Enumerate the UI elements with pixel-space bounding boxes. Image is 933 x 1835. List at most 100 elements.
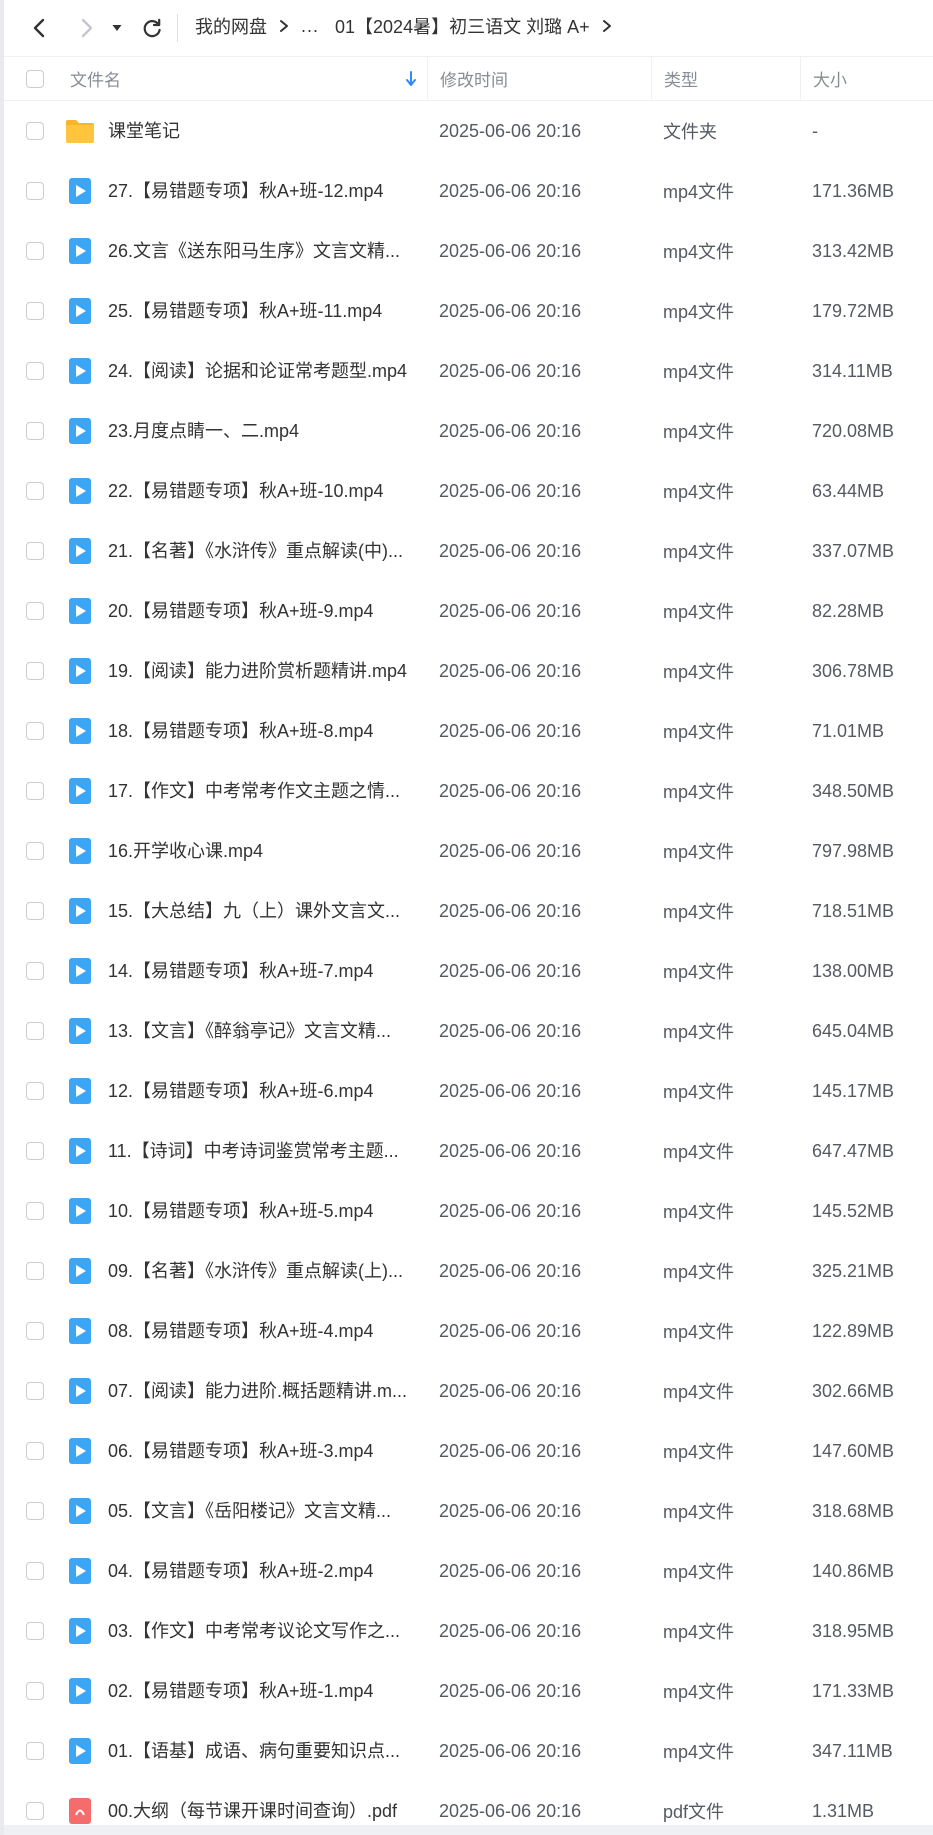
file-row[interactable]: 08.【易错题专项】秋A+班-4.mp4 2025-06-06 20:16 mp4文… [4,1301,933,1361]
row-checkbox[interactable] [26,782,44,800]
file-name[interactable]: 19.【阅读】能力进阶赏析题精讲.mp4 [108,641,418,701]
refresh-button[interactable] [134,10,170,46]
row-checkbox[interactable] [26,1202,44,1220]
row-checkbox[interactable] [26,362,44,380]
file-row[interactable]: 25.【易错题专项】秋A+班-11.mp4 2025-06-06 20:16 mp4… [4,281,933,341]
file-row[interactable]: 18.【易错题专项】秋A+班-8.mp4 2025-06-06 20:16 mp4文… [4,701,933,761]
file-row[interactable]: 10.【易错题专项】秋A+班-5.mp4 2025-06-06 20:16 mp4文… [4,1181,933,1241]
file-name[interactable]: 03.【作文】中考常考议论文写作之... [108,1601,418,1661]
row-checkbox[interactable] [26,842,44,860]
breadcrumb-root[interactable]: 我的网盘 [195,13,267,39]
file-name[interactable]: 课堂笔记 [108,101,418,161]
row-checkbox[interactable] [26,542,44,560]
file-row[interactable]: 19.【阅读】能力进阶赏析题精讲.mp4 2025-06-06 20:16 mp4文… [4,641,933,701]
row-checkbox[interactable] [26,602,44,620]
row-checkbox[interactable] [26,902,44,920]
file-name[interactable]: 11.【诗词】中考诗词鉴赏常考主题... [108,1121,418,1181]
file-name[interactable]: 08.【易错题专项】秋A+班-4.mp4 [108,1301,418,1361]
file-name[interactable]: 10.【易错题专项】秋A+班-5.mp4 [108,1181,418,1241]
row-checkbox[interactable] [26,482,44,500]
row-checkbox[interactable] [26,962,44,980]
row-checkbox[interactable] [26,722,44,740]
file-row[interactable]: 14.【易错题专项】秋A+班-7.mp4 2025-06-06 20:16 mp4文… [4,941,933,1001]
row-checkbox[interactable] [26,1502,44,1520]
file-row[interactable]: 06.【易错题专项】秋A+班-3.mp4 2025-06-06 20:16 mp4文… [4,1421,933,1481]
file-name[interactable]: 23.月度点睛一、二.mp4 [108,401,418,461]
row-checkbox[interactable] [26,1802,44,1820]
file-name[interactable]: 27.【易错题专项】秋A+班-12.mp4 [108,161,418,221]
row-checkbox[interactable] [26,302,44,320]
file-row[interactable]: 26.文言《送东阳马生序》文言文精... 2025-06-06 20:16 mp4文… [4,221,933,281]
row-checkbox[interactable] [26,242,44,260]
file-name[interactable]: 17.【作文】中考常考作文主题之情... [108,761,418,821]
file-name[interactable]: 12.【易错题专项】秋A+班-6.mp4 [108,1061,418,1121]
file-row[interactable]: 24.【阅读】论据和论证常考题型.mp4 2025-06-06 20:16 mp4文… [4,341,933,401]
file-row[interactable]: 01.【语基】成语、病句重要知识点... 2025-06-06 20:16 mp4文… [4,1721,933,1781]
sort-descending-icon[interactable] [404,70,418,88]
file-name[interactable]: 06.【易错题专项】秋A+班-3.mp4 [108,1421,418,1481]
file-name[interactable]: 20.【易错题专项】秋A+班-9.mp4 [108,581,418,641]
file-row[interactable]: 课堂笔记 2025-06-06 20:16 文件夹 - [4,101,933,161]
file-name[interactable]: 16.开学收心课.mp4 [108,821,418,881]
row-checkbox[interactable] [26,1142,44,1160]
file-row[interactable]: 13.【文言】《醉翁亭记》文言文精... 2025-06-06 20:16 mp4文… [4,1001,933,1061]
row-checkbox[interactable] [26,1082,44,1100]
file-row[interactable]: 16.开学收心课.mp4 2025-06-06 20:16 mp4文件 797.98M… [4,821,933,881]
file-name[interactable]: 04.【易错题专项】秋A+班-2.mp4 [108,1541,418,1601]
file-name[interactable]: 22.【易错题专项】秋A+班-10.mp4 [108,461,418,521]
row-checkbox[interactable] [26,1622,44,1640]
breadcrumb-ellipsis[interactable]: ... [301,16,319,37]
file-row[interactable]: 04.【易错题专项】秋A+班-2.mp4 2025-06-06 20:16 mp4文… [4,1541,933,1601]
file-name[interactable]: 14.【易错题专项】秋A+班-7.mp4 [108,941,418,1001]
file-name[interactable]: 18.【易错题专项】秋A+班-8.mp4 [108,701,418,761]
column-header-modified[interactable]: 修改时间 [427,57,652,100]
file-row[interactable]: 12.【易错题专项】秋A+班-6.mp4 2025-06-06 20:16 mp4文… [4,1061,933,1121]
row-checkbox[interactable] [26,1742,44,1760]
file-row[interactable]: 03.【作文】中考常考议论文写作之... 2025-06-06 20:16 mp4文… [4,1601,933,1661]
row-checkbox[interactable] [26,1562,44,1580]
breadcrumb-current-folder[interactable]: 01【2024暑】初三语文 刘璐 A+ [335,13,590,39]
row-checkbox[interactable] [26,1262,44,1280]
file-row[interactable]: 05.【文言】《岳阳楼记》文言文精... 2025-06-06 20:16 mp4文… [4,1481,933,1541]
file-row[interactable]: 21.【名著】《水浒传》重点解读(中)... 2025-06-06 20:16 mp… [4,521,933,581]
file-name[interactable]: 02.【易错题专项】秋A+班-1.mp4 [108,1661,418,1721]
file-name[interactable]: 24.【阅读】论据和论证常考题型.mp4 [108,341,418,401]
select-all-checkbox[interactable] [26,69,44,88]
file-name[interactable]: 25.【易错题专项】秋A+班-11.mp4 [108,281,418,341]
column-header-size[interactable]: 大小 [800,57,933,100]
file-name[interactable]: 15.【大总结】九（上）课外文言文... [108,881,418,941]
row-checkbox[interactable] [26,1682,44,1700]
file-row[interactable]: 11.【诗词】中考诗词鉴赏常考主题... 2025-06-06 20:16 mp4文… [4,1121,933,1181]
file-row[interactable]: 17.【作文】中考常考作文主题之情... 2025-06-06 20:16 mp4文… [4,761,933,821]
file-name[interactable]: 07.【阅读】能力进阶.概括题精讲.m... [108,1361,418,1421]
row-checkbox[interactable] [26,1022,44,1040]
file-name[interactable]: 21.【名著】《水浒传》重点解读(中)... [108,521,418,581]
row-checkbox[interactable] [26,662,44,680]
file-name[interactable]: 13.【文言】《醉翁亭记》文言文精... [108,1001,418,1061]
file-row[interactable]: 22.【易错题专项】秋A+班-10.mp4 2025-06-06 20:16 mp4… [4,461,933,521]
row-checkbox[interactable] [26,1382,44,1400]
file-type: mp4文件 [663,362,735,382]
column-header-name[interactable]: 文件名 [66,57,426,100]
row-checkbox[interactable] [26,122,44,140]
file-row[interactable]: 02.【易错题专项】秋A+班-1.mp4 2025-06-06 20:16 mp4文… [4,1661,933,1721]
file-row[interactable]: 23.月度点睛一、二.mp4 2025-06-06 20:16 mp4文件 720.0… [4,401,933,461]
row-checkbox[interactable] [26,182,44,200]
history-dropdown-button[interactable] [106,10,128,46]
row-checkbox[interactable] [26,1322,44,1340]
file-row[interactable]: 09.【名著】《水浒传》重点解读(上)... 2025-06-06 20:16 mp… [4,1241,933,1301]
file-name[interactable]: 09.【名著】《水浒传》重点解读(上)... [108,1241,418,1301]
column-header-type[interactable]: 类型 [651,57,801,100]
row-checkbox[interactable] [26,1442,44,1460]
row-checkbox[interactable] [26,422,44,440]
file-name[interactable]: 26.文言《送东阳马生序》文言文精... [108,221,418,281]
file-name[interactable]: 01.【语基】成语、病句重要知识点... [108,1721,418,1781]
file-row[interactable]: 15.【大总结】九（上）课外文言文... 2025-06-06 20:16 mp4文… [4,881,933,941]
file-row[interactable]: 20.【易错题专项】秋A+班-9.mp4 2025-06-06 20:16 mp4文… [4,581,933,641]
horizontal-scrollbar[interactable] [4,1825,933,1835]
forward-button[interactable] [68,10,104,46]
file-name[interactable]: 05.【文言】《岳阳楼记》文言文精... [108,1481,418,1541]
back-button[interactable] [22,10,58,46]
file-row[interactable]: 27.【易错题专项】秋A+班-12.mp4 2025-06-06 20:16 mp4… [4,161,933,221]
file-row[interactable]: 07.【阅读】能力进阶.概括题精讲.m... 2025-06-06 20:16 mp… [4,1361,933,1421]
